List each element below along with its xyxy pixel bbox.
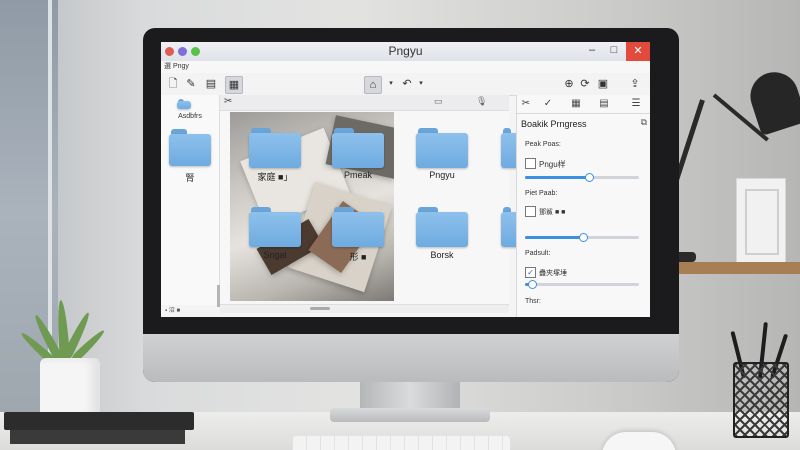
scrollbar-thumb[interactable] — [310, 307, 330, 310]
monitor-chin — [143, 334, 679, 382]
keyboard — [292, 436, 510, 450]
option-checkbox[interactable] — [525, 206, 536, 217]
pencil-icon[interactable]: ✎ — [183, 76, 199, 92]
tab-settings-icon[interactable]: ☰ — [629, 97, 643, 111]
sidebar-item-label: Asdbfrs — [178, 113, 202, 120]
refresh-icon[interactable]: ⟳ — [577, 76, 593, 92]
option-label: 蠱夾塚埵 — [539, 270, 567, 277]
quality-slider[interactable] — [525, 173, 639, 182]
title-bar[interactable]: Pngyu – □ ✕ — [161, 42, 650, 62]
toolbar: 🗋 ✎ ▤ ▦ ⌂ ▾ ↶ ▾ ⊕ ⟳ ▣ ⇪ — [161, 73, 650, 96]
folder-icon — [177, 99, 191, 109]
compression-slider[interactable] — [525, 233, 639, 242]
folder-label: Pmeak — [343, 170, 372, 180]
folder-icon[interactable] — [249, 128, 301, 168]
folder-label: Sngal — [263, 250, 287, 260]
shelf-box — [736, 178, 786, 266]
folder-icon[interactable] — [332, 128, 384, 168]
slider-knob[interactable] — [584, 173, 594, 182]
print-icon[interactable]: ▣ — [595, 76, 611, 92]
home-icon[interactable]: ⌂ — [364, 76, 382, 94]
panel-title: Boakik Prngress — [521, 119, 587, 129]
section-label: Padsult: — [525, 250, 551, 257]
calendar-icon[interactable]: ▤ — [203, 76, 219, 92]
maximize-button[interactable]: □ — [606, 44, 622, 56]
chevron-down-icon[interactable]: ▾ — [383, 76, 399, 92]
folder-icon[interactable] — [416, 207, 468, 247]
chevron-down-icon[interactable]: ▾ — [413, 76, 429, 92]
slider-knob[interactable] — [527, 280, 537, 289]
pen-holder — [733, 362, 789, 438]
menu-item[interactable]: 選 Pngy — [164, 61, 189, 71]
sidebar-item-label: 腎 — [185, 173, 195, 183]
folder-label: 形 ■ — [349, 252, 367, 262]
properties-panel: ✂ ✓ ▦ ▤ ☰ Boakik Prngress ⧉ Peak Poas: P… — [516, 95, 650, 317]
minimize-button[interactable]: – — [584, 44, 600, 56]
folder-icon[interactable] — [332, 207, 384, 247]
file-browser: ✂ ▭ 🎙 家庭 ■」 Pmeak Pngyu Sngal 形 ■ Borsk — [220, 95, 519, 313]
slider-fill — [525, 236, 582, 239]
option-checkbox-checked[interactable]: ✓ — [525, 267, 536, 278]
list-view-icon[interactable]: ▦ — [225, 76, 243, 94]
microphone-icon[interactable]: 🎙 — [476, 96, 487, 107]
folder-label: 家庭 ■」 — [257, 172, 293, 182]
option-checkbox[interactable] — [525, 158, 536, 169]
tab-layers-icon[interactable]: ▤ — [597, 97, 611, 111]
horizontal-scrollbar[interactable] — [220, 304, 509, 313]
tab-grid-icon[interactable]: ▦ — [569, 97, 583, 111]
folder-label: Borsk — [430, 250, 454, 260]
sidebar: Asdbfrs 腎 — [161, 95, 220, 307]
close-button[interactable]: ✕ — [626, 42, 650, 61]
share-icon[interactable]: ⇪ — [627, 76, 643, 92]
panel-tabs: ✂ ✓ ▦ ▤ ☰ — [517, 95, 650, 114]
folder-icon — [169, 129, 211, 167]
menu-bar: 選 Pngy — [161, 61, 650, 73]
folder-icon[interactable] — [416, 128, 468, 168]
section-label: Piet Paab: — [525, 190, 558, 197]
new-document-icon[interactable]: 🗋 — [165, 76, 181, 92]
section-label: Thsr: — [525, 298, 541, 305]
monitor-stand-foot — [330, 408, 490, 422]
section-label: Peak Poas: — [525, 141, 561, 148]
threshold-slider[interactable] — [525, 280, 639, 289]
panel-icon[interactable]: ▭ — [434, 96, 443, 107]
tab-tools-icon[interactable]: ✂ — [519, 97, 533, 111]
crop-icon[interactable]: ⧉ — [641, 117, 647, 128]
zoom-icon[interactable]: ⊕ — [561, 76, 577, 92]
shelf — [675, 262, 800, 274]
folder-label: Pngyu — [429, 170, 455, 180]
notebook — [4, 412, 194, 430]
option-label: Pngu样 — [539, 160, 566, 169]
tab-check-icon[interactable]: ✓ — [541, 97, 555, 111]
window-title: Pngyu — [388, 44, 423, 58]
notebook-bottom — [10, 430, 185, 444]
app-window: Pngyu – □ ✕ 選 Pngy 🗋 ✎ ▤ ▦ ⌂ ▾ ↶ ▾ ⊕ ⟳ ▣… — [161, 42, 650, 317]
tools-icon[interactable]: ✂ — [224, 96, 232, 107]
path-bar: ✂ ▭ 🎙 — [220, 95, 509, 111]
folder-icon[interactable] — [249, 207, 301, 247]
status-text: ▪︎ 沼 ■ — [165, 308, 181, 314]
slider-knob[interactable] — [579, 233, 588, 242]
slider-fill — [525, 176, 588, 179]
option-label: 鄧鯊 ■ ■ — [539, 209, 566, 216]
